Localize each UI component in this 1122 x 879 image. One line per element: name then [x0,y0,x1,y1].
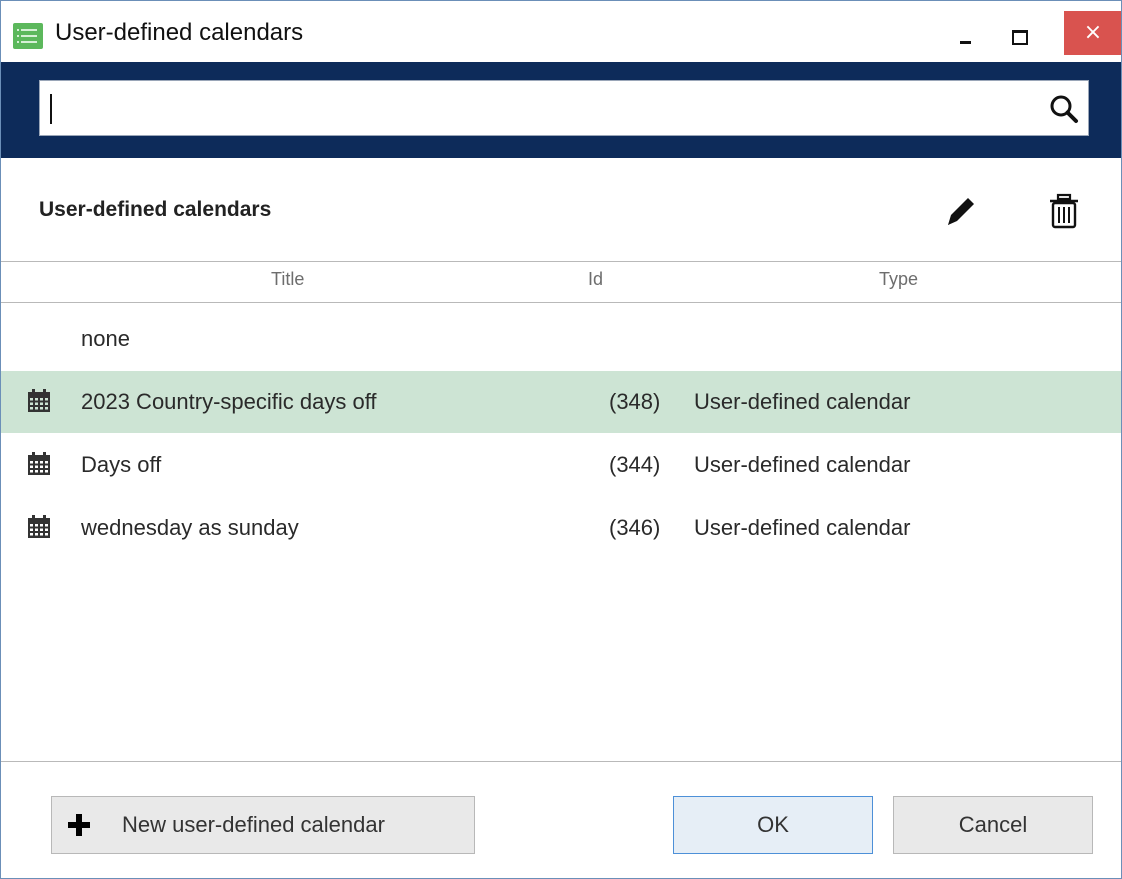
title-bar: User-defined calendars × [1,1,1121,62]
close-button[interactable]: × [1064,11,1121,55]
search-box[interactable] [39,80,1089,136]
row-type: User-defined calendar [694,452,911,477]
table-row[interactable]: none [1,308,1121,370]
plus-icon [68,814,90,836]
dialog-window: User-defined calendars × User-defined ca… [0,0,1122,879]
column-header-type[interactable]: Type [879,269,918,290]
row-title: Days off [81,452,162,477]
column-header-title[interactable]: Title [271,269,304,290]
row-title: none [81,326,130,351]
cancel-button[interactable]: Cancel [893,796,1093,854]
table-row[interactable]: 2023 Country-specific days off (348) Use… [1,371,1121,433]
row-title: wednesday as sunday [81,515,299,540]
trash-icon[interactable] [1044,191,1084,233]
app-icon [13,23,43,49]
row-title: 2023 Country-specific days off [81,389,377,414]
window-title: User-defined calendars [55,19,304,46]
new-calendar-label: New user-defined calendar [122,812,385,837]
search-input[interactable] [56,89,1020,131]
search-band [1,62,1121,158]
new-calendar-button[interactable]: New user-defined calendar [51,796,475,854]
row-type: User-defined calendar [694,389,911,414]
table-row[interactable]: wednesday as sunday (346) User-defined c… [1,497,1121,559]
text-caret [50,94,52,124]
column-header-id[interactable]: Id [588,269,603,290]
search-icon[interactable] [1048,93,1080,125]
calendar-icon [28,452,50,475]
calendar-icon [28,389,50,412]
row-id: (346) [609,515,661,540]
row-id: (348) [609,389,661,414]
row-id: (344) [609,452,661,477]
minimize-button[interactable] [943,11,989,55]
divider [1,302,1121,303]
footer-divider [1,761,1121,762]
table-row[interactable]: Days off (344) User-defined calendar [1,434,1121,496]
ok-button[interactable]: OK [673,796,873,854]
maximize-button[interactable] [996,11,1042,55]
row-type: User-defined calendar [694,515,911,540]
section-title: User-defined calendars [39,198,272,221]
edit-icon[interactable] [939,191,979,233]
divider [1,261,1121,262]
calendar-icon [28,515,50,538]
